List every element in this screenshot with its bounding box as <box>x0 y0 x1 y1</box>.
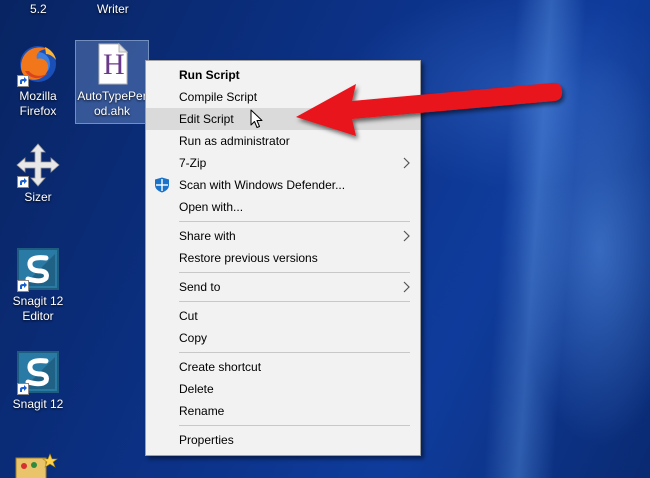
red-annotation-arrow <box>296 82 563 136</box>
